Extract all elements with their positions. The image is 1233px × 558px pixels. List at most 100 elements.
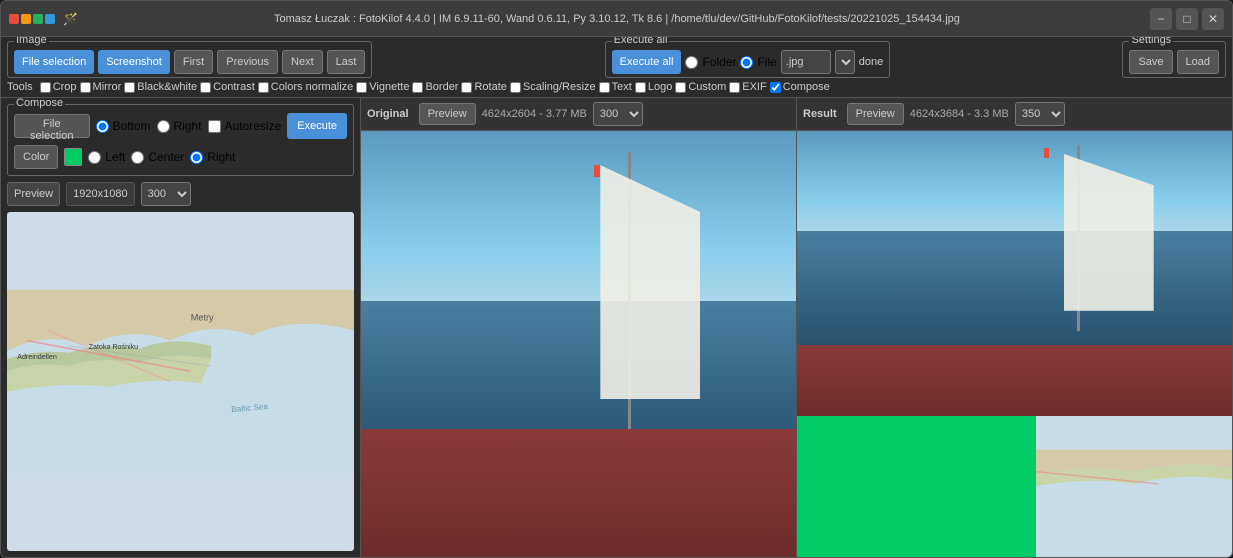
original-preview-button[interactable]: Preview	[419, 103, 476, 125]
right-align-radio[interactable]	[190, 151, 203, 164]
crop-checkbox[interactable]	[40, 82, 51, 93]
file-radio[interactable]	[740, 56, 753, 69]
image-section: Image File selection Screenshot First Pr…	[7, 41, 372, 78]
screenshot-button[interactable]: Screenshot	[98, 50, 170, 74]
right-radio-label[interactable]: Right	[157, 119, 202, 133]
wand-icon: 🪄	[63, 12, 78, 26]
image-section-label: Image	[14, 37, 49, 46]
tool-custom: Custom	[675, 81, 726, 93]
folder-radio[interactable]	[685, 56, 698, 69]
original-title: Original	[367, 108, 409, 120]
logo-checkbox[interactable]	[635, 82, 646, 93]
minimize-button[interactable]: −	[1150, 8, 1172, 30]
last-button[interactable]: Last	[327, 50, 366, 74]
text-checkbox[interactable]	[599, 82, 610, 93]
bottom-radio[interactable]	[96, 120, 109, 133]
svg-text:Adreindellen: Adreindellen	[17, 353, 57, 361]
result-header: Result Preview 4624x3684 - 3.3 MB 350	[797, 98, 1232, 131]
blackwhite-label: Black&white	[137, 81, 197, 93]
left-radio-label[interactable]: Left	[88, 150, 125, 164]
flag	[594, 165, 600, 177]
title-bar: 🪄 Tomasz Łuczak : FotoKilof 4.4.0 | IM 6…	[1, 1, 1232, 37]
file-selection-button[interactable]: File selection	[14, 50, 94, 74]
deck-result	[797, 345, 1232, 416]
result-preview-button[interactable]: Preview	[847, 103, 904, 125]
logo-label: Logo	[648, 81, 672, 93]
first-button[interactable]: First	[174, 50, 213, 74]
border-checkbox[interactable]	[412, 82, 423, 93]
left-radio[interactable]	[88, 151, 101, 164]
mirror-checkbox[interactable]	[80, 82, 91, 93]
original-header: Original Preview 4624x2604 - 3.77 MB 300	[361, 98, 796, 131]
sky-result	[797, 131, 1232, 245]
execute-button[interactable]: Execute	[287, 113, 347, 139]
custom-checkbox[interactable]	[675, 82, 686, 93]
tool-scalingresize: Scaling/Resize	[510, 81, 596, 93]
tool-colorsnormalize: Colors normalize	[258, 81, 354, 93]
tool-blackwhite: Black&white	[124, 81, 197, 93]
compose-green	[797, 416, 1036, 557]
right-align-radio-label[interactable]: Right	[190, 150, 235, 164]
file-ext-dropdown[interactable]: ▼	[835, 50, 855, 74]
close-button[interactable]: ✕	[1202, 8, 1224, 30]
previous-button[interactable]: Previous	[217, 50, 278, 74]
execute-all-section: Execute all Execute all Folder File ▼ do…	[605, 41, 891, 78]
contrast-checkbox[interactable]	[200, 82, 211, 93]
left-panel: Compose File selection Bottom Right	[1, 98, 361, 557]
next-button[interactable]: Next	[282, 50, 323, 74]
center-align-label: Center	[148, 150, 184, 164]
preview-label: Preview	[7, 182, 60, 206]
right-align-label: Right	[207, 150, 235, 164]
main-area: Compose File selection Bottom Right	[1, 98, 1232, 557]
bottom-radio-label[interactable]: Bottom	[96, 119, 151, 133]
file-ext-input[interactable]	[781, 50, 831, 74]
compose-map	[1036, 416, 1232, 557]
autoresize-label[interactable]: Autoresize	[208, 119, 282, 133]
top-bar: Image File selection Screenshot First Pr…	[7, 41, 1226, 78]
color-swatch[interactable]	[64, 148, 82, 166]
mini-map-svg	[1036, 416, 1232, 557]
quality-dropdown[interactable]: 300	[141, 182, 191, 206]
tool-vignette: Vignette	[356, 81, 409, 93]
settings-label: Settings	[1129, 37, 1173, 46]
map-preview: Metry Adreindellen Zatoka Rośniku Baltic…	[7, 212, 354, 551]
border-label: Border	[425, 81, 458, 93]
result-info: 4624x3684 - 3.3 MB	[910, 108, 1009, 120]
load-button[interactable]: Load	[1177, 50, 1219, 74]
logo-dot-blue	[45, 14, 55, 24]
compose-checkbox[interactable]	[770, 82, 781, 93]
folder-radio-label[interactable]: Folder	[685, 55, 736, 69]
original-quality-dropdown[interactable]: 300	[593, 102, 643, 126]
exif-checkbox[interactable]	[729, 82, 740, 93]
center-radio-label[interactable]: Center	[131, 150, 184, 164]
exif-label: EXIF	[742, 81, 766, 93]
result-title: Result	[803, 108, 837, 120]
save-button[interactable]: Save	[1129, 50, 1172, 74]
image-panels: Original Preview 4624x2604 - 3.77 MB 300	[361, 98, 1232, 557]
custom-label: Custom	[688, 81, 726, 93]
center-radio[interactable]	[131, 151, 144, 164]
sailing-image-result	[797, 131, 1232, 557]
original-panel: Original Preview 4624x2604 - 3.77 MB 300	[361, 98, 797, 557]
color-button[interactable]: Color	[14, 145, 58, 169]
tool-text: Text	[599, 81, 632, 93]
result-quality-dropdown[interactable]: 350	[1015, 102, 1065, 126]
maximize-button[interactable]: □	[1176, 8, 1198, 30]
vignette-checkbox[interactable]	[356, 82, 367, 93]
tool-contrast: Contrast	[200, 81, 255, 93]
blackwhite-checkbox[interactable]	[124, 82, 135, 93]
file-radio-label[interactable]: File	[740, 55, 776, 69]
text-label: Text	[612, 81, 632, 93]
rotate-checkbox[interactable]	[461, 82, 472, 93]
colorsnormalize-checkbox[interactable]	[258, 82, 269, 93]
rotate-label: Rotate	[474, 81, 506, 93]
compose-file-selection-button[interactable]: File selection	[14, 114, 90, 138]
execute-all-button[interactable]: Execute all	[612, 50, 682, 74]
autoresize-checkbox[interactable]	[208, 120, 221, 133]
tool-rotate: Rotate	[461, 81, 506, 93]
scalingresize-checkbox[interactable]	[510, 82, 521, 93]
logo-dot-yellow	[21, 14, 31, 24]
compose-file-row: File selection Bottom Right Autoresize	[14, 113, 347, 139]
right-radio[interactable]	[157, 120, 170, 133]
app-logo	[9, 14, 55, 24]
